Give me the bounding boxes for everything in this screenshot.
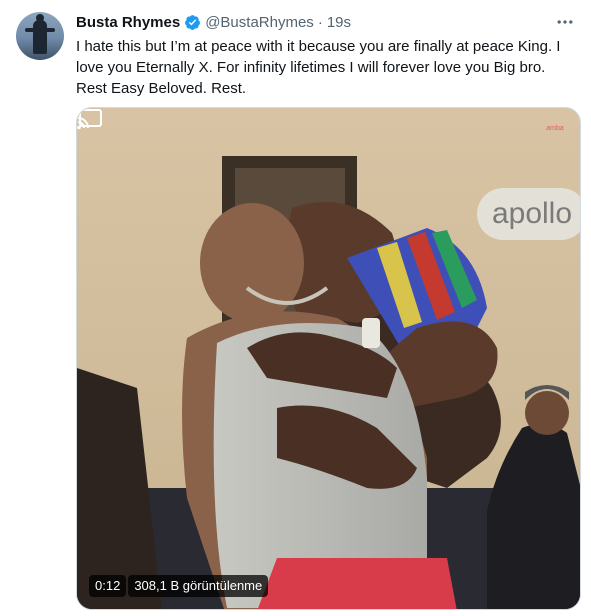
tweet-timestamp[interactable]: 19s (327, 14, 351, 31)
video-elapsed-time: 0:12 (89, 575, 127, 597)
video-frame: apollo amba (77, 108, 580, 609)
cast-icon[interactable] (77, 108, 103, 130)
separator-dot: · (317, 13, 323, 31)
watermark-text: amba (546, 125, 564, 132)
apollo-sign-text: apollo (492, 197, 572, 230)
tweet-text: I hate this but I’m at peace with it bec… (76, 38, 561, 97)
video-view-count: 308,1 B görüntülenme (128, 575, 269, 597)
author-handle[interactable]: @BustaRhymes (205, 14, 314, 31)
avatar[interactable] (16, 12, 64, 60)
verified-badge-icon (185, 14, 201, 30)
more-options-icon[interactable] (553, 10, 577, 34)
author-name[interactable]: Busta Rhymes (76, 14, 180, 31)
tweet-header: Busta Rhymes @BustaRhymes · 19s (76, 12, 351, 32)
tweet-card[interactable]: Busta Rhymes @BustaRhymes · 19s I hate t… (0, 0, 591, 616)
video-info-overlay: 0:12 308,1 B görüntülenme (89, 575, 269, 597)
video-player[interactable]: apollo amba 0:12 308,1 B görüntülenme (76, 107, 581, 610)
